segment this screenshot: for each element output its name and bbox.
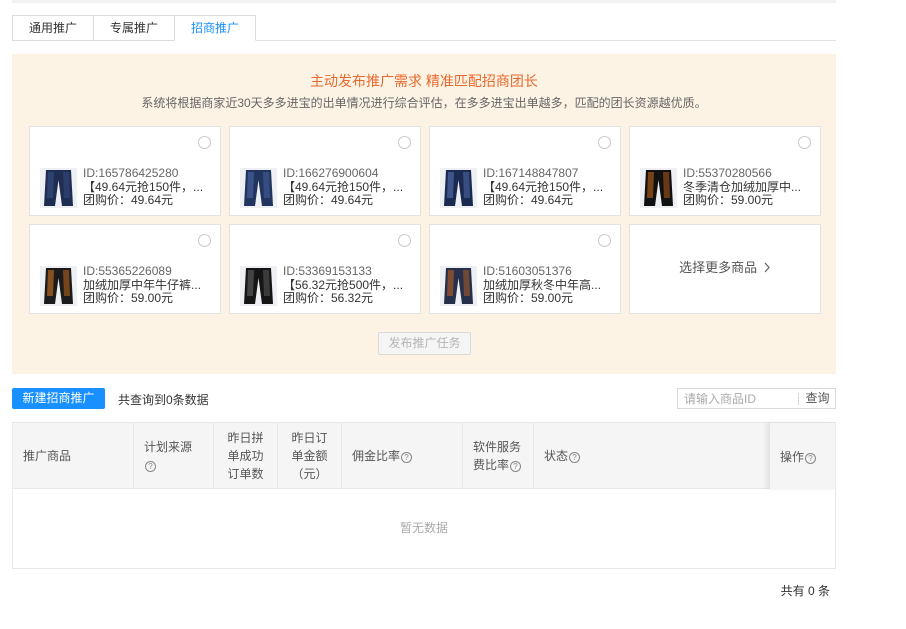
help-icon[interactable]: ? bbox=[569, 452, 581, 463]
product-id: ID:55370280566 bbox=[683, 167, 772, 180]
help-icon[interactable]: ? bbox=[510, 461, 522, 472]
product-card[interactable]: ID:51603051376 加绒加厚秋冬中年高... 团购价：59.00元 bbox=[429, 224, 621, 314]
tab-exclusive[interactable]: 专属推广 bbox=[93, 15, 175, 41]
chevron-right-icon bbox=[764, 262, 770, 273]
product-id: ID:165786425280 bbox=[83, 167, 179, 180]
product-price: 团购价：49.64元 bbox=[83, 194, 174, 207]
select-radio[interactable] bbox=[798, 136, 811, 149]
top-divider bbox=[12, 0, 836, 3]
product-price: 团购价：56.32元 bbox=[283, 292, 374, 305]
tab-general[interactable]: 通用推广 bbox=[12, 15, 94, 41]
product-thumbnail bbox=[40, 266, 77, 306]
product-card[interactable]: ID:167148847807 【49.64元抢150件，... 团购价：49.64… bbox=[429, 126, 621, 216]
publish-task-button[interactable]: 发布推广任务 bbox=[378, 332, 471, 355]
product-card[interactable]: ID:166276900604 【49.64元抢150件，... 团购价：49.64… bbox=[229, 126, 421, 216]
select-radio[interactable] bbox=[198, 234, 211, 247]
col-source: 计划来源? bbox=[134, 423, 214, 489]
product-id: ID:51603051376 bbox=[483, 265, 572, 278]
select-radio[interactable] bbox=[598, 136, 611, 149]
select-radio[interactable] bbox=[198, 136, 211, 149]
col-operations: 操作? bbox=[769, 423, 835, 489]
help-icon[interactable]: ? bbox=[401, 452, 413, 463]
select-radio[interactable] bbox=[598, 234, 611, 247]
product-id: ID:55365226089 bbox=[83, 265, 172, 278]
product-name: 冬季清仓加绒加厚中... bbox=[683, 180, 802, 194]
product-id: ID:166276900604 bbox=[283, 167, 379, 180]
product-price: 团购价：49.64元 bbox=[283, 194, 374, 207]
product-name: 加绒加厚秋冬中年高... bbox=[483, 278, 602, 292]
product-thumbnail bbox=[40, 168, 77, 208]
table-header: 推广商品 计划来源? 昨日拼 单成功 订单数 昨日订 单金额 （元） 佣金比率? 软件服… bbox=[13, 423, 835, 489]
product-thumbnail bbox=[440, 266, 477, 306]
product-card[interactable]: ID:165786425280 【49.64元抢150件，... 团购价：49.64… bbox=[29, 126, 221, 216]
search-box: 查询 bbox=[677, 388, 836, 409]
select-more-products-button[interactable]: 选择更多商品 bbox=[629, 224, 821, 314]
product-name: 加绒加厚中年牛仔裤... bbox=[83, 278, 202, 292]
product-card[interactable]: ID:55370280566 冬季清仓加绒加厚中... 团购价：59.00元 bbox=[629, 126, 821, 216]
product-name: 【56.32元抢500件，... bbox=[283, 278, 404, 292]
promo-title: 主动发布推广需求 精准匹配招商团长 bbox=[310, 73, 538, 89]
promo-panel: 主动发布推广需求 精准匹配招商团长 系统将根据商家近30天多多进宝的出单情况进行… bbox=[12, 54, 836, 374]
product-card[interactable]: ID:53369153133 【56.32元抢500件，... 团购价：56.32元 bbox=[229, 224, 421, 314]
select-radio[interactable] bbox=[398, 136, 411, 149]
search-button[interactable]: 查询 bbox=[799, 389, 836, 408]
col-yesterday-amount: 昨日订 单金额 （元） bbox=[278, 423, 342, 489]
product-price: 团购价：59.00元 bbox=[483, 292, 574, 305]
product-id: ID:167148847807 bbox=[483, 167, 579, 180]
promo-description: 系统将根据商家近30天多多进宝的出单情况进行综合评估，在多多进宝出单越多，匹配的… bbox=[141, 96, 707, 110]
col-product: 推广商品 bbox=[13, 423, 134, 489]
result-count: 共查询到0条数据 bbox=[118, 393, 209, 407]
promo-table: 推广商品 计划来源? 昨日拼 单成功 订单数 昨日订 单金额 （元） 佣金比率? 软件服… bbox=[12, 422, 836, 569]
col-service-fee-rate: 软件服务 费比率? bbox=[463, 423, 534, 489]
col-status: 状态? bbox=[534, 423, 770, 489]
empty-state: 暂无数据 bbox=[399, 521, 448, 535]
product-id-search-input[interactable] bbox=[678, 389, 798, 408]
tab-bar: 通用推广 专属推广 招商推广 bbox=[12, 15, 836, 41]
product-thumbnail bbox=[640, 168, 677, 208]
tab-merchant-recruit[interactable]: 招商推广 bbox=[174, 15, 256, 41]
product-name: 【49.64元抢150件，... bbox=[283, 180, 404, 194]
product-name: 【49.64元抢150件，... bbox=[483, 180, 604, 194]
product-price: 团购价：59.00元 bbox=[683, 194, 774, 207]
product-card[interactable]: ID:55365226089 加绒加厚中年牛仔裤... 团购价：59.00元 bbox=[29, 224, 221, 314]
col-yesterday-orders: 昨日拼 单成功 订单数 bbox=[214, 423, 278, 489]
product-thumbnail bbox=[440, 168, 477, 208]
product-thumbnail bbox=[240, 266, 277, 306]
select-radio[interactable] bbox=[398, 234, 411, 247]
help-icon[interactable]: ? bbox=[145, 461, 156, 472]
product-thumbnail bbox=[240, 168, 277, 208]
product-name: 【49.64元抢150件，... bbox=[83, 180, 204, 194]
new-recruit-button[interactable]: 新建招商推广 bbox=[12, 388, 105, 409]
product-price: 团购价：59.00元 bbox=[83, 292, 174, 305]
select-more-label: 选择更多商品 bbox=[679, 260, 758, 275]
help-icon[interactable]: ? bbox=[805, 452, 817, 464]
product-price: 团购价：49.64元 bbox=[483, 194, 574, 207]
pagination-total: 共有 0 条 bbox=[780, 584, 830, 598]
product-id: ID:53369153133 bbox=[283, 265, 372, 278]
col-commission-rate: 佣金比率? bbox=[342, 423, 463, 489]
